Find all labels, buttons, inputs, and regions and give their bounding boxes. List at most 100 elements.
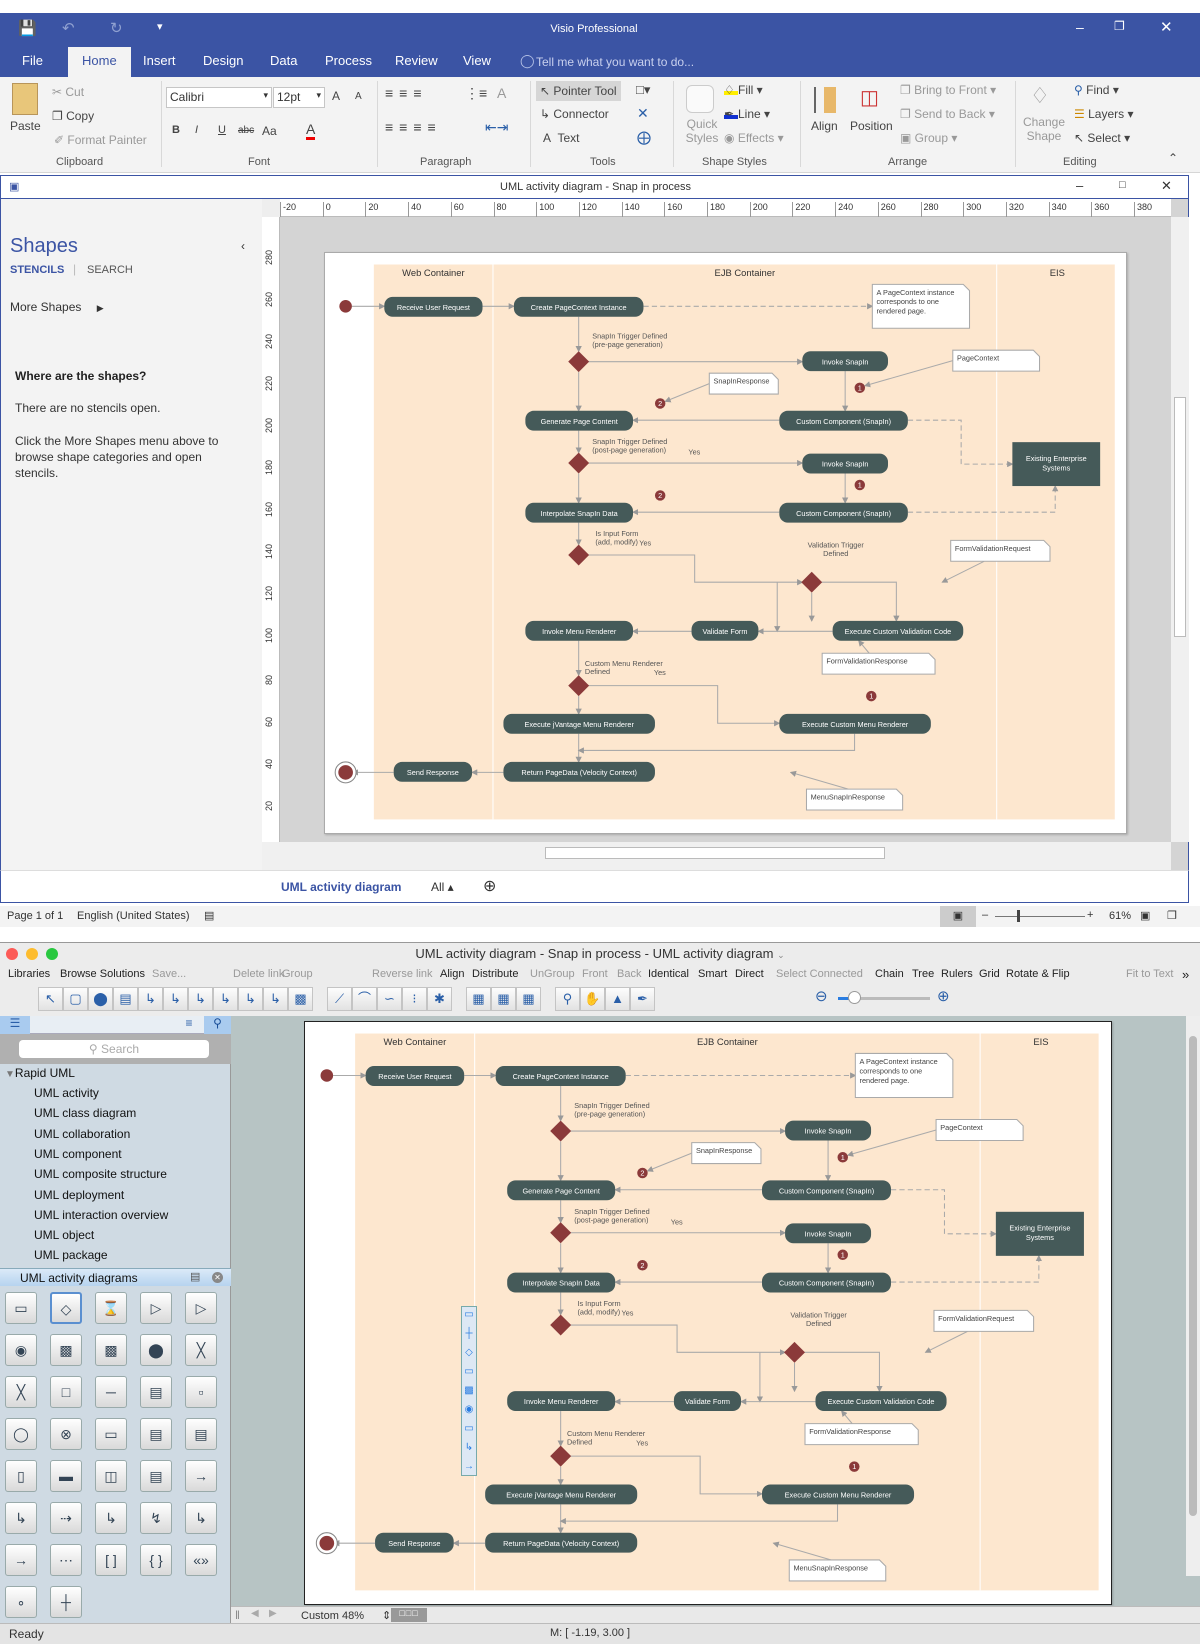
select-button[interactable]: ↖ Select ▾ bbox=[1074, 131, 1130, 145]
change-shape-button[interactable]: Change Shape bbox=[1022, 115, 1066, 143]
note[interactable]: MenuSnapInResponse bbox=[788, 1559, 887, 1582]
action-node[interactable]: Custom Component (SnapIn) bbox=[762, 1180, 891, 1201]
library-shape-button[interactable]: ▤ bbox=[185, 1418, 217, 1450]
action-node[interactable]: Execute Custom Validation Code bbox=[832, 620, 964, 641]
library-shape-button[interactable]: ↳ bbox=[5, 1502, 37, 1534]
layers-button[interactable]: ☰ Layers ▾ bbox=[1074, 107, 1134, 121]
copy-button[interactable]: ❐ Copy bbox=[52, 109, 94, 123]
library-shape-button[interactable]: ▬ bbox=[50, 1460, 82, 1492]
note[interactable]: SnapInResponse bbox=[708, 372, 779, 395]
action-node[interactable]: Invoke SnapIn bbox=[785, 1223, 872, 1244]
group-button[interactable]: ▣ Group ▾ bbox=[900, 131, 957, 145]
zoom-in-icon[interactable]: ⊕ bbox=[937, 987, 950, 1005]
drawing-page[interactable]: Web Container EJB Container EIS Receive Use… bbox=[324, 252, 1127, 834]
all-pages-button[interactable]: All ▴ bbox=[431, 880, 454, 894]
quick-shape-icon[interactable]: ▩ bbox=[463, 1385, 475, 1401]
action-node[interactable]: Custom Component (SnapIn) bbox=[779, 502, 908, 523]
pen-tool-icon[interactable]: ✒ bbox=[630, 987, 655, 1011]
overflow-chevron-icon[interactable]: » bbox=[1182, 967, 1189, 982]
ellipse-tool-icon[interactable]: ⬤ bbox=[88, 987, 113, 1011]
toolbar-libraries[interactable]: Libraries bbox=[8, 968, 50, 980]
drawing-page[interactable]: Web Container EJB Container EIS Receive Use… bbox=[304, 1021, 1112, 1605]
drawing-canvas[interactable]: Web Container EJB Container EIS Receive Use… bbox=[231, 1016, 1200, 1606]
action-node[interactable]: Execute jVantage Menu Renderer bbox=[503, 713, 655, 734]
action-node[interactable]: Invoke Menu Renderer bbox=[507, 1391, 616, 1412]
effects-button[interactable]: ◉ Effects ▾ bbox=[724, 131, 784, 145]
connector-tool-icon[interactable]: ↳ bbox=[163, 987, 188, 1011]
library-shape-button[interactable]: ⊗ bbox=[50, 1418, 82, 1450]
collapse-panel-icon[interactable]: ‹ bbox=[241, 239, 245, 253]
note[interactable]: MenuSnapInResponse bbox=[805, 788, 904, 811]
toolbar-group[interactable]: Group bbox=[282, 968, 313, 980]
pointer-tool-button[interactable]: ↖ Pointer Tool bbox=[536, 81, 621, 101]
library-shape-button[interactable]: ↳ bbox=[185, 1502, 217, 1534]
existing-enterprise-systems[interactable]: Existing EnterpriseSystems bbox=[995, 1211, 1084, 1256]
connector-button[interactable]: ↳ Connector bbox=[540, 107, 609, 121]
toolbar-fit-to-text[interactable]: Fit to Text bbox=[1126, 968, 1173, 980]
page-tab[interactable]: UML activity diagram bbox=[281, 880, 401, 894]
library-shape-button[interactable]: ▭ bbox=[5, 1292, 37, 1324]
horizontal-align-buttons[interactable]: ≡≡≡≡ bbox=[385, 119, 442, 135]
text-button[interactable]: A Text bbox=[543, 131, 579, 145]
text-tool-icon[interactable]: ▤ bbox=[113, 987, 138, 1011]
library-item[interactable]: UML object bbox=[34, 1228, 94, 1242]
format-painter-button[interactable]: ✐ Format Painter bbox=[54, 133, 147, 147]
next-page-button[interactable]: ▶ bbox=[269, 1608, 277, 1619]
action-node[interactable]: Generate Page Content bbox=[525, 410, 634, 431]
line-tool-icon[interactable]: ⟋ bbox=[327, 987, 352, 1011]
tree-view-icon[interactable]: ☰ bbox=[0, 1016, 30, 1034]
note[interactable]: A PageContext instancecorresponds to one… bbox=[871, 283, 971, 329]
toolbar-direct[interactable]: Direct bbox=[735, 968, 764, 980]
pan-tool-icon[interactable]: ✋ bbox=[580, 987, 605, 1011]
save-library-icon[interactable]: ▤ bbox=[190, 1270, 200, 1283]
uml-activity-diagram[interactable]: Web Container EJB Container EIS Receive Use… bbox=[305, 1022, 1111, 1604]
library-item[interactable]: UML deployment bbox=[34, 1188, 124, 1202]
library-shape-button[interactable]: ⇢ bbox=[50, 1502, 82, 1534]
restore-icon[interactable]: ❐ bbox=[1114, 19, 1125, 33]
switch-windows-icon[interactable]: ❐ bbox=[1167, 909, 1177, 922]
toolbar-rotate-flip[interactable]: Rotate & Flip bbox=[1006, 968, 1070, 980]
paste-icon[interactable] bbox=[12, 83, 38, 115]
action-node[interactable]: Invoke SnapIn bbox=[802, 351, 889, 372]
toolbar-back[interactable]: Back bbox=[617, 968, 641, 980]
rectangle-tool-button[interactable]: □▾ bbox=[636, 82, 650, 98]
zoom-slider-thumb[interactable] bbox=[1017, 910, 1020, 922]
change-shape-icon[interactable]: ♢ bbox=[1030, 83, 1050, 109]
underline-button[interactable]: U bbox=[218, 124, 226, 136]
doc-minimize-icon[interactable]: – bbox=[1076, 178, 1083, 193]
minimize-icon[interactable]: – bbox=[1076, 19, 1084, 35]
action-node[interactable]: Interpolate SnapIn Data bbox=[525, 502, 634, 523]
note[interactable]: PageContext bbox=[935, 1119, 1024, 1142]
bezier-tool-icon[interactable]: ∽ bbox=[377, 987, 402, 1011]
list-view-icon[interactable]: ≡ bbox=[174, 1016, 204, 1034]
paste-button[interactable]: Paste bbox=[10, 119, 41, 133]
toolbar-ungroup[interactable]: UnGroup bbox=[530, 968, 575, 980]
library-item[interactable]: UML collaboration bbox=[34, 1127, 130, 1141]
library-shape-button[interactable]: ▤ bbox=[140, 1376, 172, 1408]
close-library-icon[interactable]: ✕ bbox=[212, 1272, 223, 1283]
library-shape-button[interactable]: ▩ bbox=[95, 1334, 127, 1366]
tab-data[interactable]: Data bbox=[270, 53, 297, 68]
note[interactable]: SnapInResponse bbox=[691, 1142, 762, 1165]
library-shape-button[interactable]: ∘ bbox=[5, 1586, 37, 1618]
action-node[interactable]: Invoke Menu Renderer bbox=[525, 620, 634, 641]
toolbar-tree[interactable]: Tree bbox=[912, 968, 934, 980]
align-icon[interactable] bbox=[814, 87, 836, 113]
stencils-tab[interactable]: STENCILS bbox=[10, 264, 64, 276]
add-page-icon[interactable]: ⊕ bbox=[483, 876, 496, 896]
action-node[interactable]: Return PageData (Velocity Context) bbox=[485, 1532, 638, 1553]
action-node[interactable]: Return PageData (Velocity Context) bbox=[503, 761, 655, 782]
cut-button[interactable]: ✂ Cut bbox=[52, 85, 84, 99]
font-color-button[interactable]: A bbox=[306, 121, 316, 140]
library-item[interactable]: UML activity bbox=[34, 1086, 99, 1100]
library-shape-button[interactable]: ▭ bbox=[95, 1418, 127, 1450]
library-search-input[interactable]: ⚲ Search bbox=[19, 1040, 209, 1058]
library-item[interactable]: UML interaction overview bbox=[34, 1208, 168, 1222]
close-icon[interactable]: ✕ bbox=[1160, 18, 1173, 36]
library-shape-button[interactable]: ┼ bbox=[50, 1586, 82, 1618]
quick-shape-icon[interactable]: → bbox=[463, 1461, 475, 1477]
action-node[interactable]: Execute Custom Menu Renderer bbox=[779, 713, 931, 734]
library-shape-button[interactable]: «» bbox=[185, 1544, 217, 1576]
toolbar-smart[interactable]: Smart bbox=[698, 968, 727, 980]
note[interactable]: FormValidationResponse bbox=[804, 1423, 919, 1446]
